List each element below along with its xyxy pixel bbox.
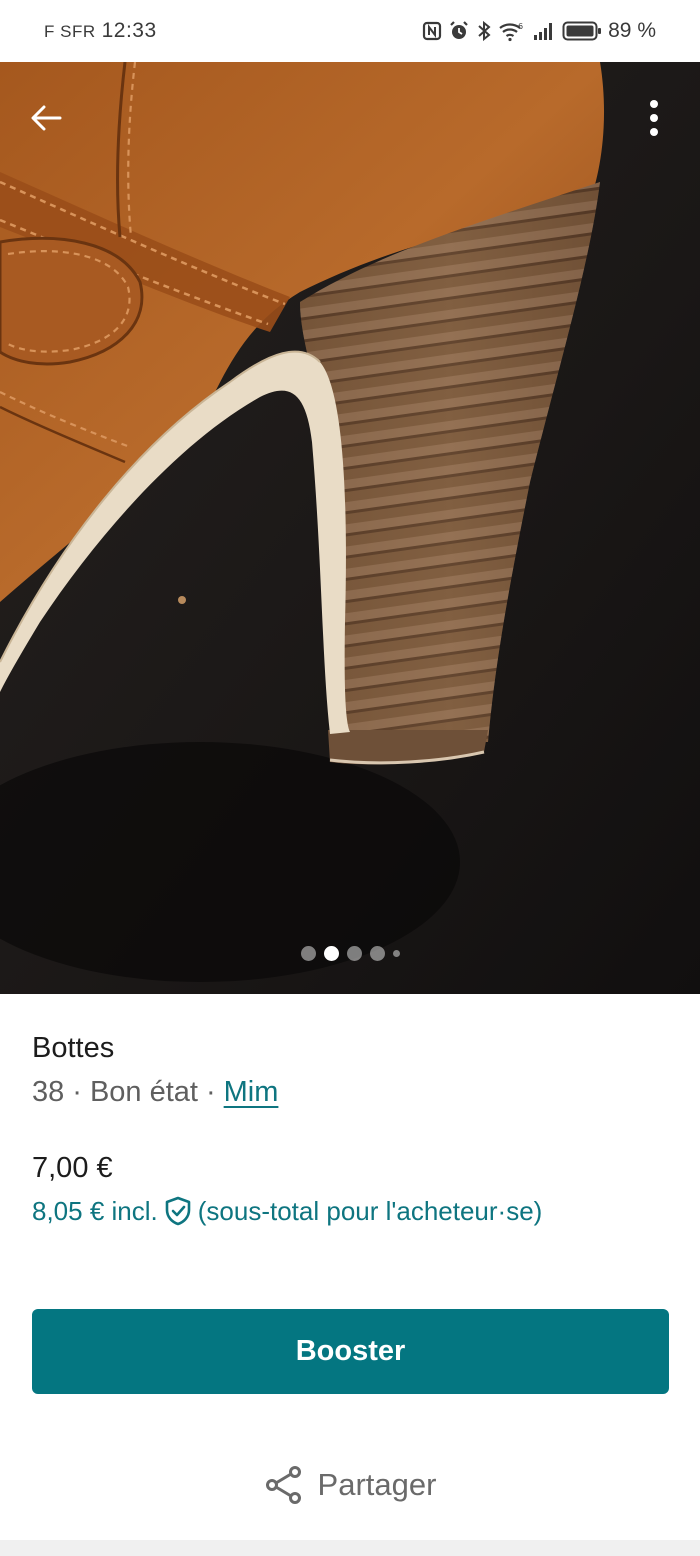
- wifi-icon: 6: [498, 20, 526, 42]
- battery-icon: [562, 20, 602, 42]
- carousel-dot[interactable]: [300, 946, 316, 961]
- boot-photo-illustration: [0, 62, 700, 994]
- bottom-divider: [0, 1540, 700, 1556]
- booster-button[interactable]: Booster: [32, 1309, 669, 1394]
- carousel-dot-active[interactable]: [323, 946, 339, 961]
- product-photo[interactable]: [0, 62, 700, 994]
- separator: ·: [72, 1076, 82, 1108]
- buyer-price-note: (sous-total pour l'acheteur·se): [197, 1196, 543, 1226]
- carrier-name: F SFR: [44, 22, 96, 41]
- share-label: Partager: [317, 1467, 437, 1502]
- status-left: F SFR 12:33: [44, 19, 157, 43]
- carousel-dot[interactable]: [392, 950, 400, 957]
- share-button[interactable]: Partager: [0, 1458, 700, 1512]
- more-vert-icon: [650, 100, 658, 136]
- back-button[interactable]: [20, 92, 72, 144]
- more-options-button[interactable]: [628, 92, 680, 144]
- carousel-indicator: [0, 946, 700, 961]
- status-icons: 6 89 %: [422, 19, 656, 43]
- nfc-icon: [422, 21, 442, 41]
- item-price: 7,00 €: [32, 1152, 113, 1184]
- signal-icon: [532, 21, 556, 41]
- bluetooth-icon: [476, 20, 492, 42]
- battery-percentage: 89 %: [608, 19, 656, 42]
- item-title: Bottes: [32, 1032, 115, 1064]
- shield-check-icon[interactable]: [164, 1196, 192, 1226]
- share-icon: [265, 1466, 301, 1504]
- carousel-dot[interactable]: [369, 946, 385, 961]
- clock: 12:33: [101, 19, 157, 42]
- item-meta: 38 · Bon état · Mim: [32, 1074, 672, 1110]
- svg-text:6: 6: [518, 22, 523, 31]
- separator: ·: [205, 1076, 216, 1108]
- status-bar: F SFR 12:33 6 89 %: [0, 0, 700, 62]
- item-details: Bottes 38 · Bon état · Mim 7,00 € 8,05 € inc…: [32, 1030, 672, 1228]
- brand-link[interactable]: Mim: [224, 1076, 279, 1108]
- item-size: 38: [32, 1076, 65, 1108]
- buyer-price-row: 8,05 € incl. (sous-total pour l'acheteur…: [32, 1194, 672, 1228]
- back-arrow-icon: [31, 105, 62, 131]
- buyer-price: 8,05 € incl.: [32, 1196, 158, 1226]
- item-condition: Bon état: [89, 1076, 198, 1108]
- alarm-icon: [448, 20, 470, 42]
- carousel-dot[interactable]: [346, 946, 362, 961]
